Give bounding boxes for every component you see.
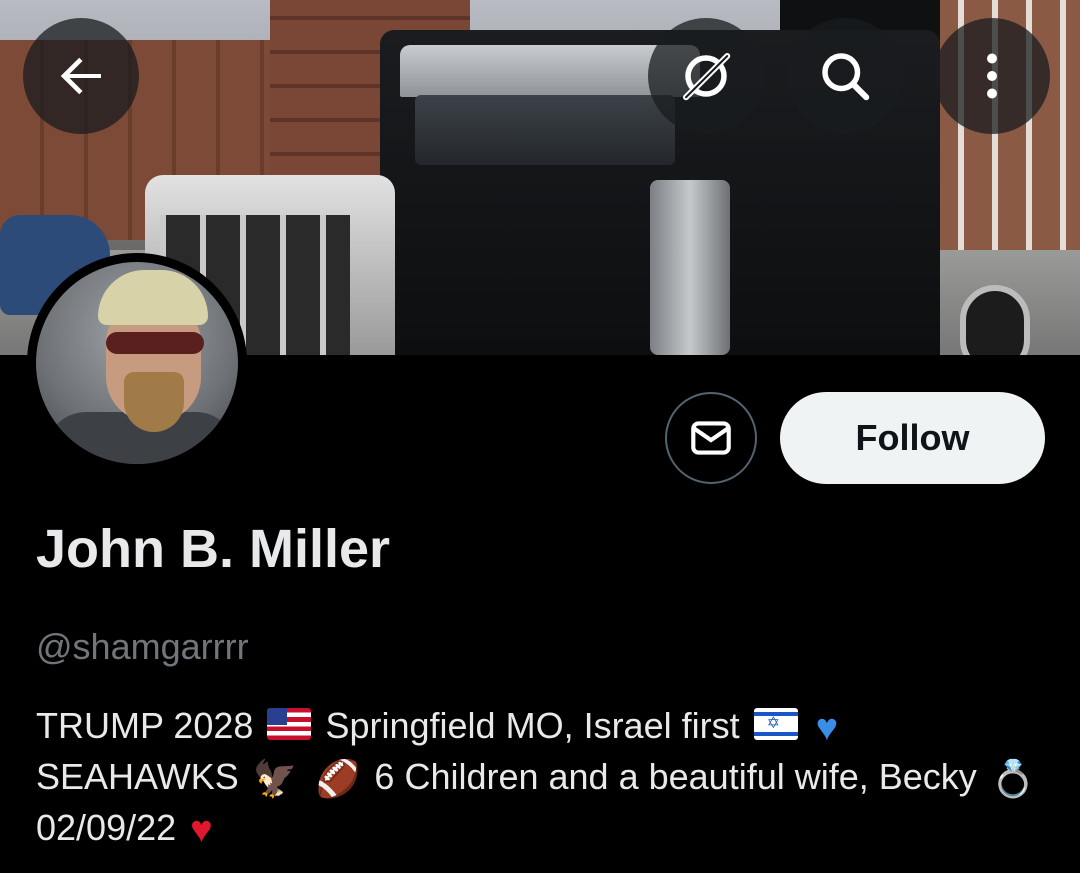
banner-truck-windshield <box>415 95 675 165</box>
search-button[interactable] <box>787 18 903 134</box>
message-button[interactable] <box>665 392 757 484</box>
us-flag-icon <box>267 708 312 741</box>
follow-button[interactable]: Follow <box>780 392 1045 484</box>
display-name: John B. Miller <box>36 519 391 579</box>
profile-bio: TRUMP 2028 Springfield MO, Israel first … <box>36 700 1046 853</box>
ring-icon: 💍 <box>990 758 1036 800</box>
bio-text: 6 Children and a beautiful wife, Becky <box>374 756 977 797</box>
bio-text: Springfield MO, Israel first <box>325 705 740 746</box>
israel-flag-icon: ✡ <box>753 708 798 741</box>
more-button[interactable] <box>934 18 1050 134</box>
avatar-cap <box>98 270 208 325</box>
eagle-icon: 🦅 <box>252 758 298 800</box>
bio-line-3: 02/09/22 ♥ <box>36 802 1046 853</box>
red-heart-icon: ♥ <box>190 809 213 852</box>
banner-truck-wheel <box>960 285 1030 355</box>
user-handle: @shamgarrrr <box>36 626 249 667</box>
blue-heart-icon: ♥ <box>815 707 839 750</box>
avatar[interactable] <box>27 253 247 473</box>
bio-line-1: TRUMP 2028 Springfield MO, Israel first … <box>36 700 1046 751</box>
banner-truck-tank <box>650 180 730 355</box>
bio-line-2: SEAHAWKS 🦅 🏈 6 Children and a beautiful … <box>36 751 1046 802</box>
search-icon <box>822 53 870 101</box>
bio-text: TRUMP 2028 <box>36 705 254 746</box>
avatar-sunglasses <box>106 332 204 354</box>
bio-text: 02/09/22 <box>36 807 177 848</box>
back-button[interactable] <box>23 18 139 134</box>
avatar-photo <box>36 262 238 464</box>
more-vertical-icon <box>987 53 997 99</box>
arrow-left-icon <box>60 57 101 95</box>
envelope-icon <box>691 421 731 455</box>
bio-text: SEAHAWKS <box>36 756 239 797</box>
avatar-beard <box>124 372 184 432</box>
grok-button[interactable] <box>648 18 764 134</box>
football-icon: 🏈 <box>315 758 361 800</box>
grok-icon <box>683 53 731 101</box>
